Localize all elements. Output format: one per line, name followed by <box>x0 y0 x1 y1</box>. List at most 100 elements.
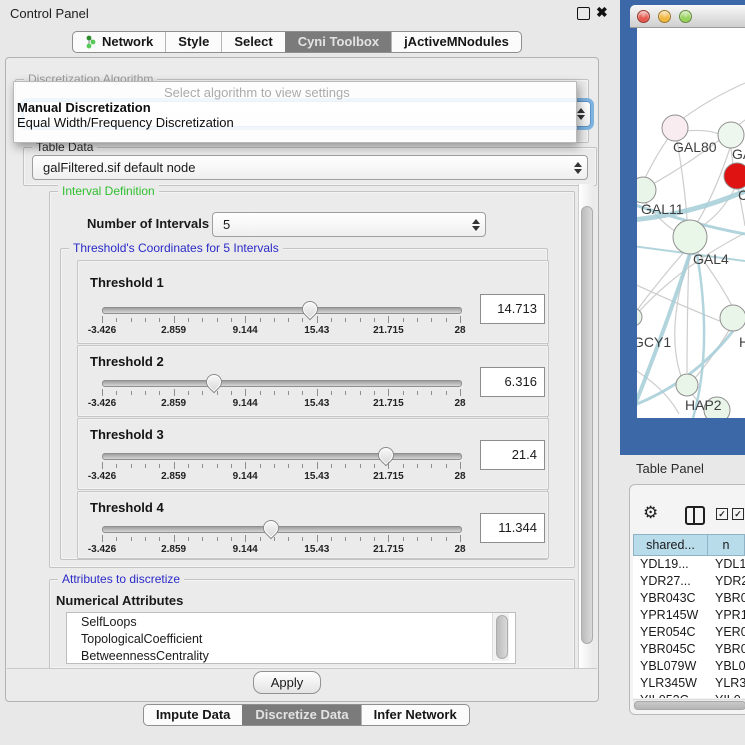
table-cell[interactable]: YER0 <box>708 624 745 641</box>
thresholds-group: Threshold's Coordinates for 5 Intervals … <box>60 248 548 560</box>
slider-tick <box>345 464 346 468</box>
slider-tick <box>288 464 289 468</box>
slider-tick <box>417 464 418 468</box>
table-row[interactable]: YBR045CYBR0 <box>633 641 745 658</box>
tab-infer-network[interactable]: Infer Network <box>361 705 469 725</box>
threshold-value-field[interactable]: 6.316 <box>480 367 545 397</box>
threshold-value-field[interactable]: 14.713 <box>480 294 545 324</box>
table-row[interactable]: YER054CYER0 <box>633 624 745 641</box>
table-row[interactable]: YBR043CYBR0 <box>633 590 745 607</box>
apply-button[interactable]: Apply <box>253 671 321 694</box>
threshold-slider-track[interactable] <box>102 453 462 460</box>
float-window-icon[interactable] <box>577 7 590 20</box>
table-cell[interactable]: YBL0 <box>708 658 745 675</box>
slider-tick <box>446 318 447 322</box>
slider-tick-label: 28 <box>454 398 465 409</box>
table-cell[interactable]: YIL0 <box>708 692 745 698</box>
slider-tick <box>360 318 361 322</box>
threshold-label: Threshold 2 <box>90 354 164 369</box>
node <box>673 220 707 254</box>
attribute-list-item[interactable]: BetweennessCentrality <box>67 647 515 664</box>
tab-select[interactable]: Select <box>221 32 284 52</box>
network-view-frame: GAL80 GA C GAL11 GAL4 GCY1 H HAP2 <box>620 0 745 455</box>
close-traffic-light[interactable] <box>637 10 650 23</box>
column-header[interactable]: shared... <box>633 534 708 556</box>
table-cell[interactable]: YPR1 <box>708 607 745 624</box>
slider-tick <box>231 391 232 395</box>
table-data-select[interactable]: galFiltered.sif default node <box>32 155 588 180</box>
table-row[interactable]: YBL079WYBL0 <box>633 658 745 675</box>
table-cell[interactable]: YLR3 <box>708 675 745 692</box>
tab-cyni-toolbox[interactable]: Cyni Toolbox <box>285 32 391 52</box>
column-header[interactable]: n <box>708 534 745 556</box>
slider-tick <box>403 391 404 395</box>
algorithm-placeholder-option[interactable]: Select algorithm to view settings <box>164 85 350 100</box>
number-of-intervals-select[interactable]: 5 <box>212 212 486 237</box>
slider-tick <box>460 389 461 396</box>
table-cell[interactable]: YDR27... <box>633 573 708 590</box>
table-row[interactable]: YDL19...YDL1 <box>633 556 745 573</box>
table-cell[interactable]: YDL19... <box>633 556 708 573</box>
table-row[interactable]: YIL052CYIL0 <box>633 692 745 698</box>
checkbox-icon[interactable]: ✓ <box>732 508 744 520</box>
slider-tick <box>374 391 375 395</box>
attribute-list-item[interactable]: TopologicalCoefficient <box>67 630 515 647</box>
table-cell[interactable]: YPR145W <box>633 607 708 624</box>
slider-tick <box>360 537 361 541</box>
slider-tick <box>116 318 117 322</box>
algorithm-option-equal-width-frequency-discretization[interactable]: Equal Width/Frequency Discretization <box>17 115 234 130</box>
panel-scrollbar-thumb[interactable] <box>581 206 593 644</box>
zoom-traffic-light[interactable] <box>679 10 692 23</box>
threshold-value-field[interactable]: 21.4 <box>480 440 545 470</box>
slider-tick <box>288 537 289 541</box>
network-window-titlebar <box>630 5 745 28</box>
tab-discretize-data[interactable]: Discretize Data <box>242 705 360 725</box>
table-cell[interactable]: YDL1 <box>708 556 745 573</box>
table-cell[interactable]: YBL079W <box>633 658 708 675</box>
slider-tick <box>431 464 432 468</box>
tab-style[interactable]: Style <box>165 32 221 52</box>
tab-network[interactable]: Network <box>73 32 165 52</box>
slider-tick-label: 2.859 <box>161 471 186 482</box>
threshold-slider-thumb[interactable] <box>203 371 226 394</box>
threshold-slider-track[interactable] <box>102 526 462 533</box>
minimize-traffic-light[interactable] <box>658 10 671 23</box>
slider-tick-label: 9.144 <box>233 398 258 409</box>
table-hscrollbar-thumb[interactable] <box>634 701 745 710</box>
svg-text:C: C <box>738 187 745 203</box>
tab-impute-data[interactable]: Impute Data <box>144 705 242 725</box>
table-row[interactable]: YPR145WYPR1 <box>633 607 745 624</box>
attributes-list-scrollbar[interactable] <box>492 613 509 661</box>
threshold-slider-track[interactable] <box>102 307 462 314</box>
table-cell[interactable]: YLR345W <box>633 675 708 692</box>
columns-icon[interactable] <box>685 506 705 525</box>
table-cell[interactable]: YBR0 <box>708 641 745 658</box>
slider-tick <box>159 391 160 395</box>
panel-scrollbar[interactable] <box>578 184 594 668</box>
attribute-list-item[interactable]: SelfLoops <box>67 613 515 630</box>
tab-label: Network <box>102 32 153 52</box>
table-cell[interactable]: YBR0 <box>708 590 745 607</box>
close-icon[interactable]: ✖ <box>596 4 608 21</box>
threshold-slider-thumb[interactable] <box>260 517 283 540</box>
svg-text:GA: GA <box>732 146 745 162</box>
checkbox-icon[interactable]: ✓ <box>716 508 728 520</box>
network-canvas[interactable]: GAL80 GA C GAL11 GAL4 GCY1 H HAP2 <box>637 28 745 418</box>
threshold-slider-thumb[interactable] <box>374 444 397 467</box>
gear-icon[interactable]: ⚙ <box>643 503 658 523</box>
algorithm-option-manual-discretization[interactable]: Manual Discretization <box>17 100 151 115</box>
numerical-attributes-list[interactable]: SelfLoopsTopologicalCoefficientBetweenne… <box>66 612 516 664</box>
tab-jactivemnodules[interactable]: jActiveMNodules <box>391 32 521 52</box>
table-cell[interactable]: YBR043C <box>633 590 708 607</box>
table-row[interactable]: YDR27...YDR2 <box>633 573 745 590</box>
table-row[interactable]: YLR345WYLR3 <box>633 675 745 692</box>
table-cell[interactable]: YBR045C <box>633 641 708 658</box>
table-horizontal-scrollbar[interactable] <box>633 699 745 710</box>
slider-tick-label: 15.43 <box>304 398 329 409</box>
threshold-value-field[interactable]: 11.344 <box>480 513 545 543</box>
threshold-slider-track[interactable] <box>102 380 462 387</box>
table-cell[interactable]: YER054C <box>633 624 708 641</box>
slider-tick <box>360 391 361 395</box>
table-cell[interactable]: YIL052C <box>633 692 708 698</box>
table-cell[interactable]: YDR2 <box>708 573 745 590</box>
